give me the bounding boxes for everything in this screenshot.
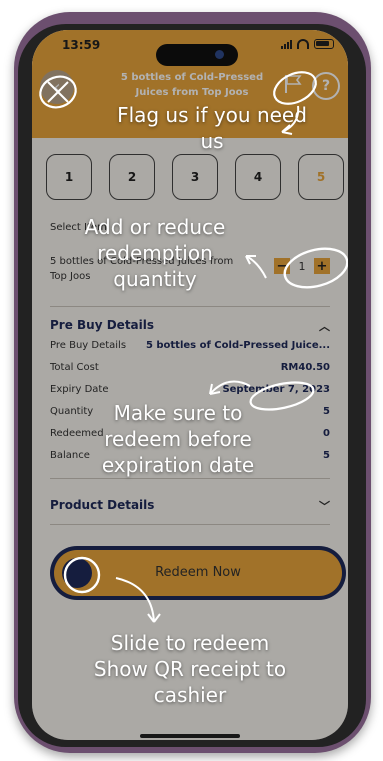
app-screen: 13:59 ‹ 5 bottles of Cold-Pressed Juices… [32, 30, 348, 740]
annotation-scribbles [39, 71, 348, 623]
